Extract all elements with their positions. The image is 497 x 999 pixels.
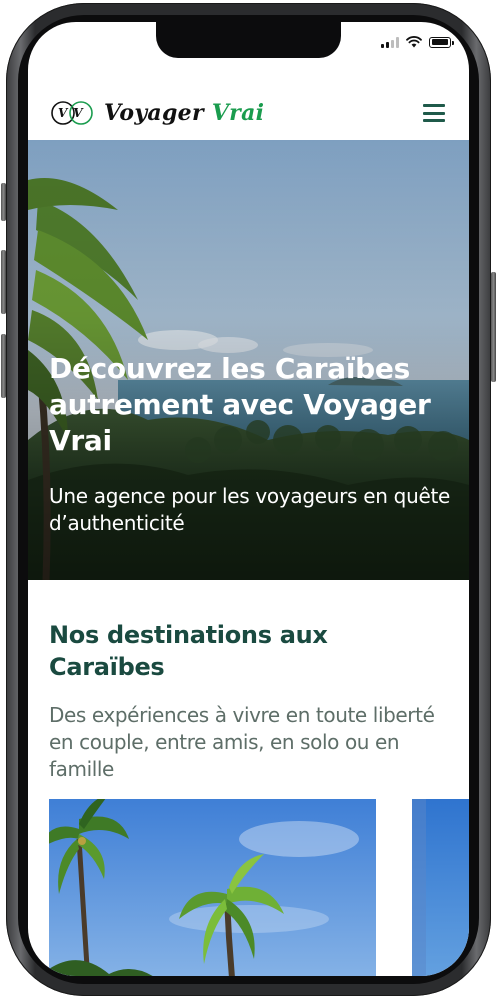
hamburger-menu-icon[interactable] — [423, 104, 445, 122]
destinations-description: Des expériences à vivre en toute liberté… — [49, 703, 435, 781]
destinations-title: Nos destinations aux Caraïbes — [49, 621, 328, 681]
destination-card-image — [412, 799, 469, 976]
hero-section: Découvrez les Caraïbes autrement avec Vo… — [28, 140, 469, 580]
wifi-icon — [406, 36, 422, 48]
destination-card[interactable] — [412, 799, 469, 976]
destination-card-image — [49, 799, 376, 976]
hero-title: Découvrez les Caraïbes autrement avec Vo… — [49, 352, 431, 457]
brand-name-part2: Vrai — [211, 100, 265, 126]
brand-name-part1: Voyager — [104, 100, 204, 126]
phone-power-button — [491, 272, 496, 382]
cellular-signal-icon — [381, 36, 399, 48]
phone-screen: VV Voyager Vrai Découvrez les Caraïbes a… — [28, 22, 469, 976]
phone-volume-down-button — [1, 334, 6, 398]
notch — [156, 22, 341, 58]
brand-name: Voyager Vrai — [104, 100, 264, 126]
monogram-logo-icon: VV — [50, 100, 94, 126]
status-bar — [381, 36, 454, 48]
battery-icon — [429, 36, 454, 48]
phone-volume-up-button — [1, 250, 6, 314]
destination-card[interactable] — [49, 799, 376, 976]
hero-subtitle: Une agence pour les voyageurs en quête d… — [49, 484, 450, 535]
phone-mute-switch — [1, 183, 6, 221]
site-header: VV Voyager Vrai — [28, 86, 469, 140]
brand-logo[interactable]: VV Voyager Vrai — [50, 100, 264, 126]
monogram-text: VV — [58, 106, 89, 120]
